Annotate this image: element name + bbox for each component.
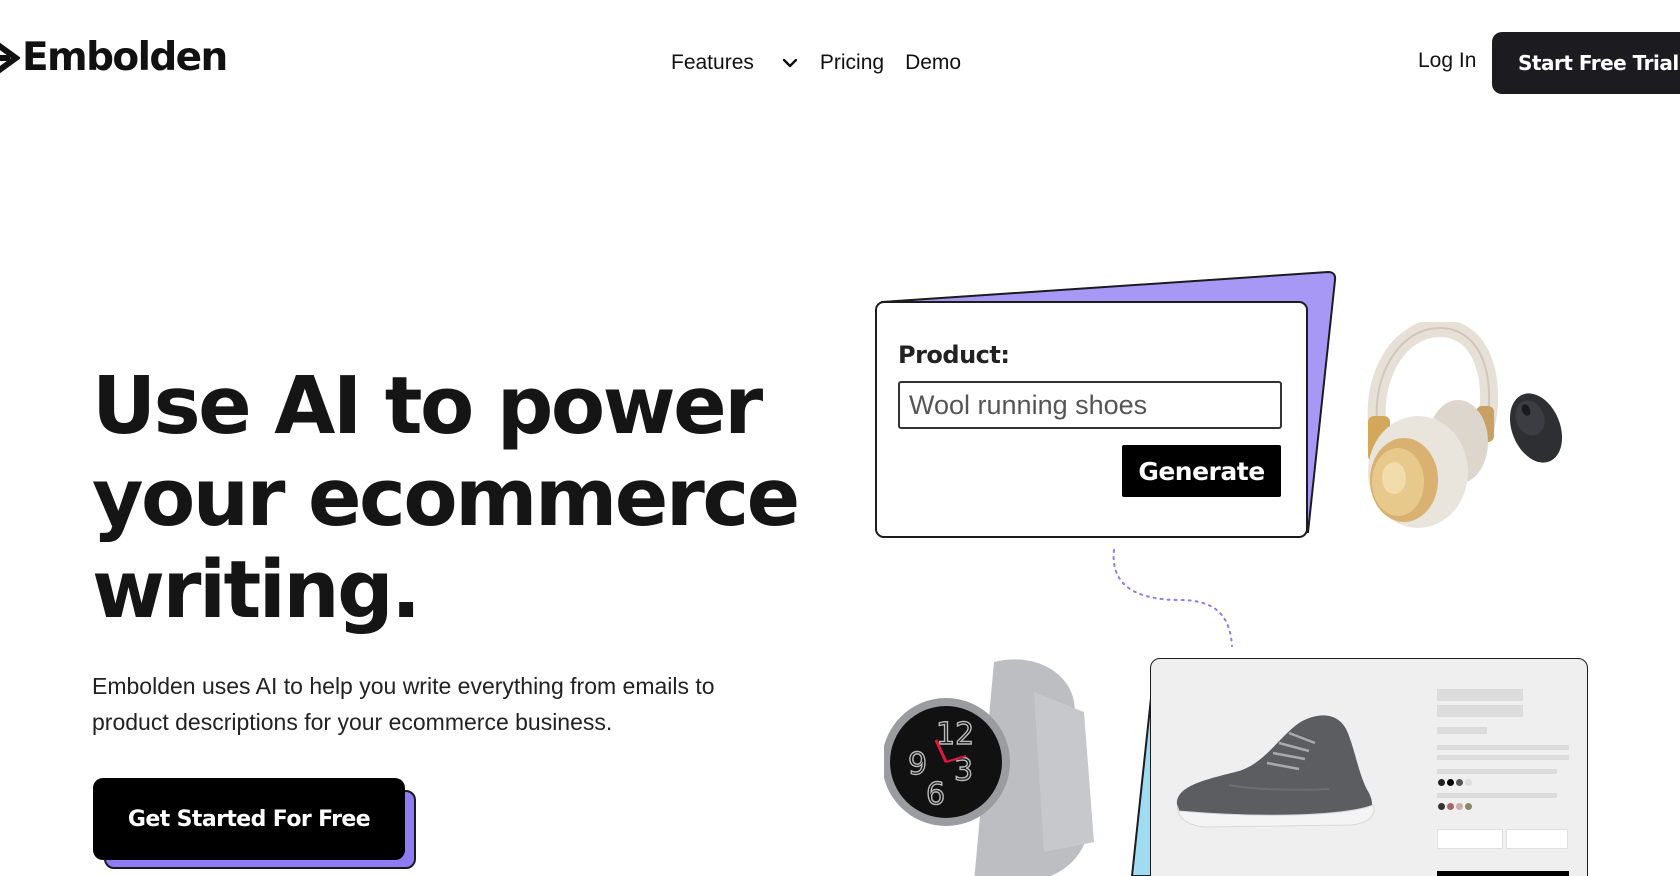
color-swatch — [1447, 803, 1454, 810]
hero-subtitle-line-1: Embolden uses AI to help you write every… — [92, 673, 715, 699]
wool-sneaker-image — [1176, 715, 1375, 828]
add-to-cart-bar — [1437, 871, 1569, 876]
product-input[interactable] — [898, 381, 1282, 429]
skeleton-text-bar — [1437, 793, 1557, 798]
color-swatch — [1438, 779, 1445, 786]
svg-text:9: 9 — [908, 747, 927, 782]
quantity-select — [1506, 829, 1568, 849]
hero-subtitle-line-2: product descriptions for your ecommerce … — [92, 709, 613, 735]
nav-pricing[interactable]: Pricing — [820, 52, 884, 73]
login-link[interactable]: Log In — [1418, 50, 1476, 71]
skeleton-text-bar — [1437, 755, 1569, 760]
color-swatch — [1447, 779, 1454, 786]
color-swatch — [1465, 803, 1472, 810]
skeleton-title-bar — [1437, 689, 1523, 701]
hero-title: Use AI to power your ecommerce writing. — [92, 360, 812, 636]
landing-page: Embolden Features Pricing Demo Log In St… — [0, 0, 1680, 876]
generate-button[interactable]: Generate — [1122, 445, 1281, 497]
nav-features[interactable]: Features — [671, 50, 820, 74]
logo[interactable]: Embolden — [0, 35, 228, 80]
generator-card: Product: Generate — [875, 301, 1308, 538]
logo-text: Embolden — [22, 35, 228, 80]
color-swatch — [1438, 803, 1445, 810]
nav-demo[interactable]: Demo — [905, 52, 961, 73]
skeleton-text-bar — [1437, 769, 1557, 774]
svg-text:12: 12 — [936, 717, 974, 752]
skeleton-text-bar — [1437, 745, 1569, 750]
color-swatch — [1456, 779, 1463, 786]
size-select — [1437, 829, 1503, 849]
chevron-down-icon[interactable] — [782, 50, 798, 74]
hero-title-line-1: Use AI to power — [92, 360, 763, 452]
headphones-image — [1367, 322, 1498, 528]
product-label: Product: — [898, 341, 1010, 369]
svg-text:6: 6 — [926, 777, 945, 812]
color-swatch — [1465, 779, 1472, 786]
skeleton-subtitle-bar — [1437, 705, 1523, 717]
nav-features-label[interactable]: Features — [671, 52, 754, 73]
skeleton-price-bar — [1437, 727, 1487, 734]
hero-subtitle: Embolden uses AI to help you write every… — [92, 668, 752, 740]
hero-title-line-3: writing. — [92, 544, 421, 636]
start-free-trial-button[interactable]: Start Free Trial — [1492, 32, 1680, 94]
color-swatch — [1456, 803, 1463, 810]
product-page-mockup — [1150, 658, 1588, 876]
main-nav: Features Pricing Demo — [671, 50, 961, 74]
hero-title-line-2: your ecommerce — [92, 452, 800, 544]
computer-mouse-image — [1509, 393, 1563, 463]
embolden-logo-icon — [0, 42, 20, 73]
dotted-connector — [1112, 549, 1233, 647]
get-started-button[interactable]: Get Started For Free — [93, 778, 405, 860]
smartwatch-image: 12 9 3 6 — [884, 659, 1094, 876]
